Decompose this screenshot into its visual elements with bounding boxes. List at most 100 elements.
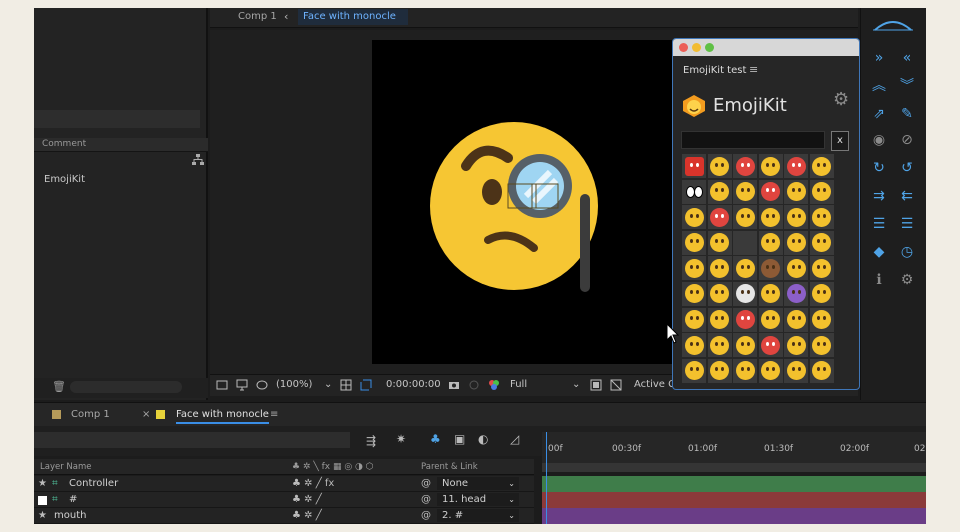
- pickwhip-icon[interactable]: @: [421, 478, 431, 489]
- emoji-cell[interactable]: [707, 333, 732, 358]
- draft-3d-icon[interactable]: ✷: [396, 432, 406, 446]
- emoji-cell[interactable]: [809, 230, 834, 255]
- emoji-cell[interactable]: [707, 281, 732, 306]
- layer-switches[interactable]: ♣ ✲ ╱ fx: [292, 478, 334, 489]
- emoji-cell[interactable]: [682, 281, 706, 306]
- monitor-icon[interactable]: [236, 379, 248, 391]
- timeline-search-input[interactable]: [34, 432, 350, 448]
- emoji-cell[interactable]: [733, 358, 758, 383]
- rotate-cw-icon[interactable]: ↻: [871, 160, 887, 176]
- emoji-cell[interactable]: [784, 230, 809, 255]
- emoji-cell[interactable]: [733, 205, 758, 230]
- emoji-cell[interactable]: [758, 358, 783, 383]
- tab-face-with-monocle[interactable]: Face with monocle: [298, 9, 408, 25]
- emoji-cell[interactable]: [707, 358, 732, 383]
- emoji-cell[interactable]: [758, 205, 783, 230]
- clear-search-button[interactable]: x: [831, 131, 849, 151]
- layer-row[interactable]: ★ mouth ♣ ✲ ╱ @ 2. # ⌄: [34, 508, 534, 524]
- edit-icon[interactable]: ✎: [899, 106, 915, 122]
- comment-column-label[interactable]: Comment: [42, 139, 86, 149]
- align-right-icon[interactable]: ☰: [871, 216, 887, 232]
- pickwhip-icon[interactable]: @: [421, 494, 431, 505]
- camera-snapshot-icon[interactable]: [448, 379, 460, 391]
- emoji-cell[interactable]: [707, 154, 732, 178]
- show-snapshot-icon[interactable]: [468, 379, 480, 391]
- face-with-monocle-emoji[interactable]: [430, 112, 600, 302]
- trash-icon[interactable]: 🗑: [52, 380, 66, 393]
- emoji-cell[interactable]: [809, 281, 834, 306]
- settings-gear-icon[interactable]: ⚙: [833, 89, 849, 110]
- double-chevron-right-icon[interactable]: »: [871, 50, 887, 66]
- layer-row[interactable]: ★ ⌗ Controller ♣ ✲ ╱ fx @ None ⌄: [34, 476, 534, 492]
- emoji-cell[interactable]: [809, 333, 834, 358]
- emoji-cell[interactable]: [809, 307, 834, 332]
- move-right-icon[interactable]: ⇉: [871, 188, 887, 204]
- emoji-cell[interactable]: [809, 179, 834, 204]
- double-chevron-down-icon[interactable]: ︾: [899, 78, 915, 94]
- emoji-cell[interactable]: [733, 179, 758, 204]
- info-icon[interactable]: ℹ: [871, 272, 887, 288]
- emoji-cell[interactable]: [758, 179, 783, 204]
- emoji-cell[interactable]: [707, 256, 732, 281]
- parent-select[interactable]: None ⌄: [437, 477, 519, 490]
- curve-graph-icon[interactable]: [873, 18, 913, 32]
- panel-menu-icon[interactable]: ≡: [749, 63, 758, 76]
- emoji-cell[interactable]: [784, 281, 809, 306]
- emoji-cell[interactable]: [733, 281, 758, 306]
- mask-icon[interactable]: [256, 379, 268, 391]
- move-left-icon[interactable]: ⇇: [899, 188, 915, 204]
- emoji-cell[interactable]: [758, 307, 783, 332]
- emoji-cell[interactable]: [682, 358, 706, 383]
- project-item-emojikit[interactable]: EmojiKit: [44, 174, 85, 185]
- layer-track-bar[interactable]: [542, 476, 926, 492]
- emoji-cell[interactable]: [809, 256, 834, 281]
- emoji-cell[interactable]: [784, 333, 809, 358]
- layer-name[interactable]: #: [69, 494, 77, 505]
- emoji-cell[interactable]: [682, 154, 706, 178]
- current-time-indicator[interactable]: [546, 432, 547, 524]
- settings-icon[interactable]: ⚙: [899, 272, 915, 288]
- color-channels-icon[interactable]: [488, 379, 500, 391]
- emoji-cell[interactable]: [733, 307, 758, 332]
- minimize-window-button[interactable]: [692, 43, 701, 52]
- eye-icon[interactable]: ◉: [871, 132, 887, 148]
- rotate-ccw-icon[interactable]: ↺: [899, 160, 915, 176]
- emoji-cell[interactable]: [784, 256, 809, 281]
- emojikit-titlebar[interactable]: [673, 39, 859, 56]
- emoji-cell[interactable]: [784, 179, 809, 204]
- region-of-interest-icon[interactable]: [360, 379, 372, 391]
- emoji-cell[interactable]: [758, 281, 783, 306]
- transparency-grid-icon[interactable]: [610, 379, 622, 391]
- keyframe-icon[interactable]: ◆: [871, 244, 887, 260]
- close-tab-icon[interactable]: ×: [142, 409, 150, 420]
- timeline-tab-comp-1[interactable]: Comp 1: [71, 409, 110, 420]
- shy-layers-icon[interactable]: ♣: [430, 432, 441, 446]
- emoji-cell[interactable]: [809, 358, 834, 383]
- tab-menu-icon[interactable]: ≡: [270, 409, 278, 420]
- maximize-window-button[interactable]: [705, 43, 714, 52]
- align-left-icon[interactable]: ☰: [899, 216, 915, 232]
- resolution-select[interactable]: Full: [510, 379, 527, 390]
- emoji-cell[interactable]: [758, 230, 783, 255]
- double-chevron-left-icon[interactable]: «: [899, 50, 915, 66]
- layer-track-bar[interactable]: [542, 492, 926, 508]
- emoji-cell[interactable]: [707, 205, 732, 230]
- motion-blur-icon[interactable]: ◐: [478, 432, 488, 446]
- layer-name[interactable]: mouth: [54, 510, 86, 521]
- grid-guides-icon[interactable]: [340, 379, 352, 391]
- emoji-cell[interactable]: [682, 179, 706, 204]
- double-chevron-up-icon[interactable]: ︽: [871, 78, 887, 94]
- timeline-tab-face-with-monocle[interactable]: Face with monocle: [176, 409, 269, 424]
- emoji-cell[interactable]: [784, 358, 809, 383]
- resolution-chevron-down-icon[interactable]: ⌄: [572, 379, 580, 390]
- parent-select[interactable]: 11. head ⌄: [437, 493, 519, 506]
- layer-name[interactable]: Controller: [69, 478, 118, 489]
- graph-editor-icon[interactable]: ◿: [510, 432, 519, 446]
- emoji-cell[interactable]: [682, 256, 706, 281]
- emoji-cell[interactable]: [733, 154, 758, 178]
- layer-track-bar[interactable]: [542, 508, 926, 524]
- parent-link-column[interactable]: Parent & Link: [421, 462, 478, 472]
- layer-switches[interactable]: ♣ ✲ ╱: [292, 494, 322, 505]
- tab-comp-1[interactable]: Comp 1: [238, 11, 277, 22]
- emoji-cell[interactable]: [758, 333, 783, 358]
